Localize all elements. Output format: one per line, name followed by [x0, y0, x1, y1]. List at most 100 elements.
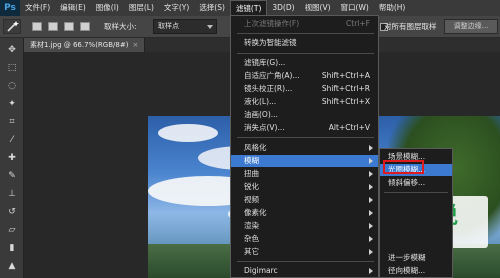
- chevron-right-icon: [369, 184, 373, 190]
- new-selection-icon[interactable]: [32, 22, 42, 31]
- menu-item-vanishing-point[interactable]: 消失点(V)... Alt+Ctrl+V: [231, 122, 378, 134]
- blur-tool-icon[interactable]: ▲: [5, 260, 19, 272]
- sample-size-value: 取样点: [158, 22, 179, 30]
- menu-item-label: 渲染: [244, 221, 259, 230]
- menu-item-label: 视频: [244, 195, 259, 204]
- menu-bar: Ps 文件(F) 编辑(E) 图像(I) 图层(L) 文字(Y) 选择(S) 滤…: [0, 0, 500, 16]
- lasso-tool-icon[interactable]: ◌: [5, 80, 19, 92]
- chevron-right-icon: [369, 249, 373, 255]
- menu-item-video[interactable]: 视频: [231, 194, 378, 206]
- menu-item-filter-gallery[interactable]: 滤镜库(G)...: [231, 57, 378, 69]
- shortcut-label: Ctrl+F: [346, 19, 370, 28]
- sample-size-select[interactable]: 取样点: [153, 19, 217, 34]
- chevron-right-icon: [369, 197, 373, 203]
- photoshop-logo: Ps: [0, 0, 20, 16]
- menu-filter[interactable]: 滤镜(T): [229, 0, 268, 16]
- chevron-right-icon: [369, 171, 373, 177]
- menu-image[interactable]: 图像(I): [91, 0, 124, 16]
- chevron-right-icon: [369, 145, 373, 151]
- menu-layer[interactable]: 图层(L): [124, 0, 159, 16]
- menu-3d[interactable]: 3D(D): [267, 0, 299, 16]
- menu-item-label: 消失点(V)...: [244, 123, 285, 132]
- document-tab[interactable]: 素材1.jpg @ 66.7%(RGB/8#) ×: [24, 38, 146, 52]
- menu-item-label: 杂色: [244, 234, 259, 243]
- sample-all-layers-label: 对所有图层取样: [384, 22, 437, 31]
- chevron-right-icon: [369, 158, 373, 164]
- tools-panel: ✥ ⬚ ◌ ✦ ⌗ ⁄ ✚ ✎ ⊥ ↺ ▱ ▮ ▲: [0, 38, 24, 278]
- magic-wand-icon: [7, 21, 19, 32]
- menu-item-lens-correction[interactable]: 镜头校正(R)... Shift+Ctrl+R: [231, 83, 378, 95]
- submenu-item-radial-blur[interactable]: 径向模糊...: [380, 265, 452, 277]
- menu-item-label: 像素化: [244, 208, 267, 217]
- menu-item-liquify[interactable]: 液化(L)... Shift+Ctrl+X: [231, 96, 378, 108]
- healing-brush-tool-icon[interactable]: ✚: [5, 152, 19, 164]
- menu-separator: [237, 53, 374, 54]
- subtract-selection-icon[interactable]: [64, 22, 74, 31]
- menu-item-digimarc[interactable]: Digimarc: [231, 265, 378, 277]
- document-title: 素材1.jpg @ 66.7%(RGB/8#): [30, 41, 129, 49]
- menu-item-sharpen[interactable]: 锐化: [231, 181, 378, 193]
- menu-item-label: Digimarc: [244, 266, 278, 275]
- brush-tool-icon[interactable]: ✎: [5, 170, 19, 182]
- tool-preset-picker[interactable]: [3, 19, 21, 34]
- eyedropper-tool-icon[interactable]: ⁄: [5, 134, 19, 146]
- menu-edit[interactable]: 编辑(E): [55, 0, 91, 16]
- menu-type[interactable]: 文字(Y): [159, 0, 194, 16]
- menu-item-oil-paint[interactable]: 油画(O)...: [231, 109, 378, 121]
- shortcut-label: Alt+Ctrl+V: [328, 123, 370, 132]
- menu-item-label: 上次滤镜操作(F): [244, 19, 300, 28]
- shortcut-label: Shift+Ctrl+X: [321, 97, 370, 106]
- submenu-item-further-blur[interactable]: 进一步模糊: [380, 252, 452, 264]
- menu-item-last-filter[interactable]: 上次滤镜操作(F) Ctrl+F: [231, 18, 378, 30]
- chevron-right-icon: [369, 210, 373, 216]
- magic-wand-tool-icon[interactable]: ✦: [5, 98, 19, 110]
- intersect-selection-icon[interactable]: [80, 22, 90, 31]
- menu-item-label: 液化(L)...: [244, 97, 277, 106]
- submenu-item-tilt-shift[interactable]: 倾斜偏移...: [380, 177, 452, 189]
- menu-select[interactable]: 选择(S): [194, 0, 230, 16]
- menu-view[interactable]: 视图(V): [300, 0, 336, 16]
- shortcut-label: Shift+Ctrl+R: [321, 84, 370, 93]
- menu-item-other[interactable]: 其它: [231, 246, 378, 258]
- move-tool-icon[interactable]: ✥: [5, 44, 19, 56]
- menu-separator: [237, 137, 374, 138]
- menu-item-label: 风格化: [244, 143, 267, 152]
- menu-item-convert-smart-filter[interactable]: 转换为智能滤镜: [231, 37, 378, 49]
- shortcut-label: Shift+Ctrl+A: [321, 71, 370, 80]
- menu-item-pixelate[interactable]: 像素化: [231, 207, 378, 219]
- close-icon[interactable]: ×: [132, 41, 138, 49]
- menu-item-label: 模糊: [244, 156, 259, 165]
- menu-separator: [237, 33, 374, 34]
- filter-menu: 上次滤镜操作(F) Ctrl+F 转换为智能滤镜 滤镜库(G)... 自适应广角…: [230, 15, 379, 278]
- gradient-tool-icon[interactable]: ▮: [5, 242, 19, 254]
- menu-item-adaptive-wide-angle[interactable]: 自适应广角(A)... Shift+Ctrl+A: [231, 70, 378, 82]
- menu-item-blur[interactable]: 模糊: [231, 155, 378, 167]
- menu-item-label: 镜头校正(R)...: [244, 84, 293, 93]
- chevron-down-icon: [207, 25, 213, 29]
- eraser-tool-icon[interactable]: ▱: [5, 224, 19, 236]
- add-to-selection-icon[interactable]: [48, 22, 58, 31]
- history-brush-tool-icon[interactable]: ↺: [5, 206, 19, 218]
- chevron-right-icon: [369, 236, 373, 242]
- clone-stamp-tool-icon[interactable]: ⊥: [5, 188, 19, 200]
- menu-item-label: 自适应广角(A)...: [244, 71, 300, 80]
- cloud-shape: [158, 124, 218, 142]
- chevron-right-icon: [369, 223, 373, 229]
- menu-separator: [384, 192, 448, 193]
- marquee-tool-icon[interactable]: ⬚: [5, 62, 19, 74]
- menu-file[interactable]: 文件(F): [20, 0, 55, 16]
- menu-item-distort[interactable]: 扭曲: [231, 168, 378, 180]
- menu-item-noise[interactable]: 杂色: [231, 233, 378, 245]
- menu-separator: [237, 261, 374, 262]
- menu-help[interactable]: 帮助(H): [374, 0, 411, 16]
- refine-edge-button[interactable]: 调整边缘...: [444, 19, 498, 34]
- menu-item-render[interactable]: 渲染: [231, 220, 378, 232]
- crop-tool-icon[interactable]: ⌗: [5, 116, 19, 128]
- menu-item-stylize[interactable]: 风格化: [231, 142, 378, 154]
- highlight-box: [383, 160, 424, 174]
- menu-item-label: 扭曲: [244, 169, 259, 178]
- menu-window[interactable]: 窗口(W): [336, 0, 374, 16]
- chevron-right-icon: [369, 268, 373, 274]
- menu-item-label: 锐化: [244, 182, 259, 191]
- sample-size-label: 取样大小:: [104, 22, 137, 31]
